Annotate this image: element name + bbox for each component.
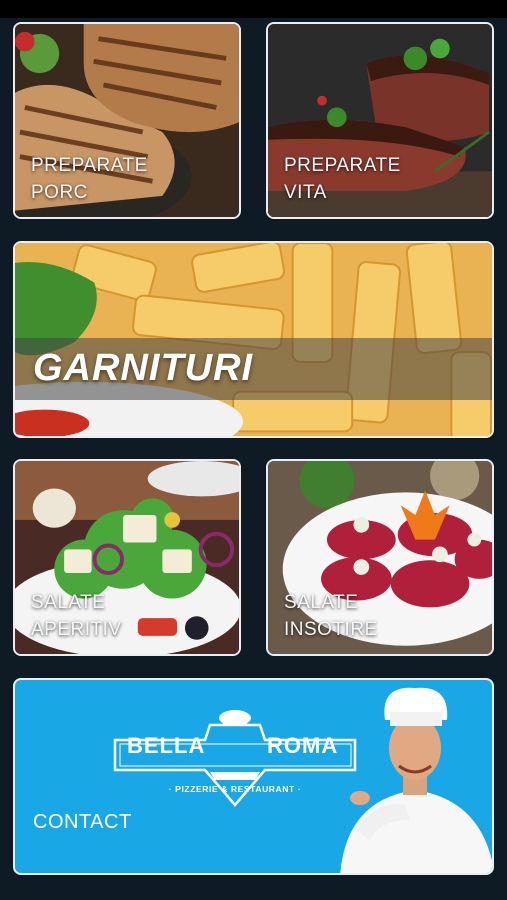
card-label-line1: SALATE bbox=[31, 592, 106, 613]
card-label-line2: VITA bbox=[284, 182, 327, 203]
card-label-line1: PREPARATE bbox=[31, 155, 148, 176]
garnituri-title: GARNITURI bbox=[33, 347, 254, 389]
menu-card-preparate-vita[interactable]: PREPARATE VITA bbox=[266, 22, 494, 219]
card-label: SALATE APERITIV bbox=[31, 589, 122, 643]
chef-image bbox=[340, 687, 492, 873]
status-bar bbox=[0, 0, 507, 18]
card-label-line1: PREPARATE bbox=[284, 155, 401, 176]
menu-card-preparate-porc[interactable]: PREPARATE PORC bbox=[13, 22, 241, 219]
menu-card-contact[interactable]: BELLA ROMA · PIZZERIE & RESTAURANT · CON… bbox=[13, 678, 494, 875]
menu-card-salate-insotire[interactable]: SALATE INSOTIRE bbox=[266, 459, 494, 656]
card-label-line1: SALATE bbox=[284, 592, 359, 613]
logo-name-right: ROMA bbox=[267, 733, 339, 758]
menu-card-garnituri[interactable]: GARNITURI bbox=[13, 241, 494, 438]
logo-tagline: · PIZZERIE & RESTAURANT · bbox=[168, 784, 302, 794]
card-label-line2: PORC bbox=[31, 182, 88, 203]
menu-card-salate-aperitiv[interactable]: SALATE APERITIV bbox=[13, 459, 241, 656]
contact-label: CONTACT bbox=[33, 811, 132, 833]
card-label: PREPARATE VITA bbox=[284, 152, 401, 206]
card-label: SALATE INSOTIRE bbox=[284, 589, 378, 643]
bella-roma-logo: BELLA ROMA · PIZZERIE & RESTAURANT · bbox=[105, 700, 365, 812]
card-label-line2: APERITIV bbox=[31, 619, 122, 640]
card-label: PREPARATE PORC bbox=[31, 152, 148, 206]
card-label-line2: INSOTIRE bbox=[284, 619, 378, 640]
logo-name-left: BELLA bbox=[127, 733, 206, 758]
